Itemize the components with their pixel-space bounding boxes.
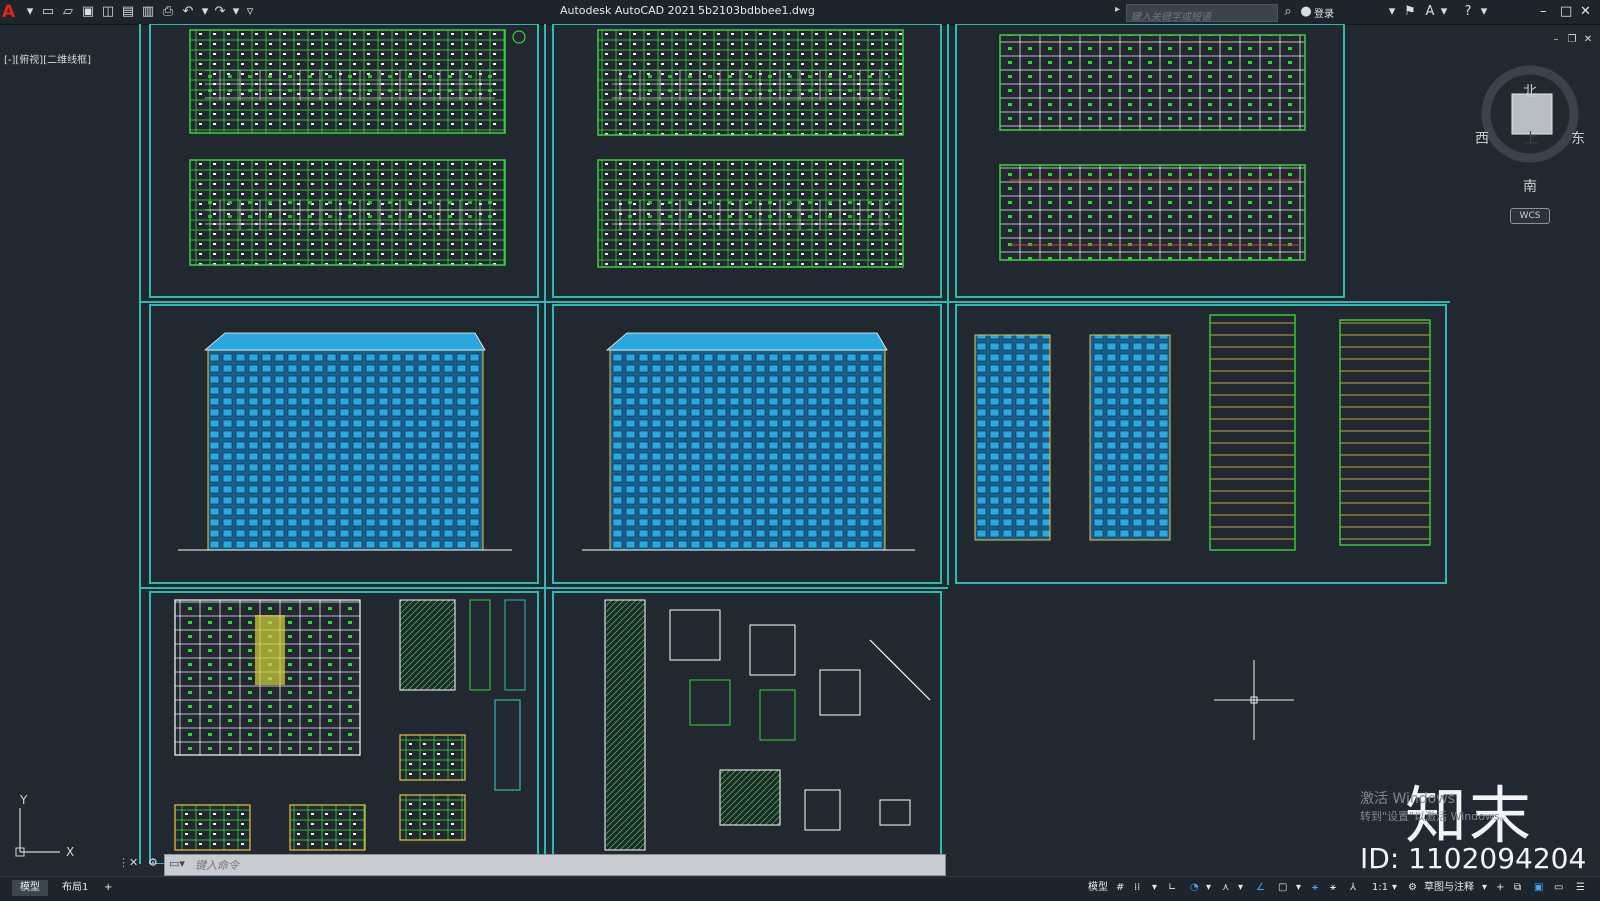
workspace-gear-icon[interactable]: ⚙: [1408, 880, 1417, 896]
wcs-menu[interactable]: WCS: [1510, 208, 1550, 224]
annotation-scale-value[interactable]: 1:1: [1372, 880, 1388, 896]
compass-south[interactable]: 南: [1523, 176, 1537, 196]
floor-plan-drawings: [189, 29, 1306, 268]
menu-dropdown-icon[interactable]: ▾: [22, 4, 38, 20]
help-dropdown-icon[interactable]: ▾: [1476, 4, 1492, 20]
activate-windows-hint: 转到"设置"以激活 Windows。: [1360, 810, 1511, 823]
snap-icon[interactable]: ⁞⁞: [1134, 880, 1140, 896]
search-icon[interactable]: ⌕: [1280, 4, 1296, 20]
hardware-acceleration-icon[interactable]: ▣: [1534, 880, 1543, 896]
snap-dropdown-icon[interactable]: ▾: [1152, 880, 1157, 896]
search-input[interactable]: [1127, 10, 1275, 25]
redo-icon[interactable]: ↷: [212, 4, 228, 20]
annotation-scale-icon[interactable]: ⅄: [1350, 880, 1356, 896]
app-title: Autodesk AutoCAD 2021: [560, 4, 696, 17]
save-web-icon[interactable]: ▥: [140, 4, 156, 20]
search-field[interactable]: [1126, 4, 1278, 25]
svg-text:Y: Y: [19, 793, 28, 807]
cmd-settings-icon[interactable]: ⚙: [148, 856, 158, 869]
polar-dropdown-icon[interactable]: ▾: [1206, 880, 1211, 896]
polar-tracking-icon[interactable]: ◔: [1190, 880, 1199, 896]
login-label[interactable]: 登录: [1314, 5, 1334, 20]
viewport-controls[interactable]: [-][俯视][二维线框]: [4, 51, 91, 66]
grid-icon[interactable]: #: [1116, 880, 1124, 896]
open-folder-icon[interactable]: ▱: [60, 4, 76, 20]
tab-layout1[interactable]: 布局1: [54, 880, 96, 896]
file-name: 5b2103bdbbee1.dwg: [698, 4, 815, 17]
model-space-toggle[interactable]: 模型: [1088, 880, 1108, 896]
close-icon[interactable]: ✕: [1580, 4, 1591, 19]
cmd-grip-icon[interactable]: ⋮: [118, 856, 129, 869]
crosshair-cursor: [1214, 660, 1294, 740]
model-space-canvas[interactable]: Y X [-][俯视][二维线框] 北 南 东 西 上 WCS – ❐ ✕: [0, 24, 1600, 864]
drawing-canvas: Y X: [15, 24, 1579, 864]
help-icon[interactable]: ?: [1460, 4, 1476, 20]
viewport-close-icon[interactable]: ✕: [1580, 32, 1596, 48]
viewport-restore-icon[interactable]: ❐: [1564, 32, 1580, 48]
customization-menu-icon[interactable]: ☰: [1576, 880, 1585, 896]
compass-west[interactable]: 西: [1475, 128, 1489, 148]
status-bar: [0, 876, 1600, 901]
app-dropdown-icon[interactable]: ▾: [1436, 4, 1452, 20]
activate-windows-title: 激活 Windows: [1360, 791, 1455, 807]
annotation-visibility-icon[interactable]: ⚹: [1312, 880, 1318, 896]
compass-east[interactable]: 东: [1571, 128, 1585, 148]
isodraft-dropdown-icon[interactable]: ▾: [1238, 880, 1243, 896]
ortho-icon[interactable]: ∟: [1168, 880, 1176, 896]
minimize-icon[interactable]: –: [1540, 4, 1547, 19]
search-expand-icon[interactable]: ▸: [1115, 4, 1120, 15]
compass-north[interactable]: 北: [1523, 81, 1537, 101]
autocad-logo-icon[interactable]: A: [2, 2, 20, 22]
isodraft-icon[interactable]: ⋏: [1222, 880, 1229, 896]
new-file-icon[interactable]: ▭: [40, 4, 56, 20]
scale-dropdown-icon[interactable]: ▾: [1392, 880, 1397, 896]
image-id-watermark: ID: 1102094204: [1360, 842, 1587, 875]
plus-icon[interactable]: +: [1496, 880, 1504, 896]
open-sheet-icon[interactable]: ▤: [120, 4, 136, 20]
auto-scale-icon[interactable]: ⚹: [1330, 880, 1336, 896]
maximize-icon[interactable]: □: [1560, 4, 1572, 19]
command-input[interactable]: [193, 857, 937, 873]
object-snap-tracking-icon[interactable]: ∠: [1256, 880, 1265, 896]
viewport-minimize-icon[interactable]: –: [1548, 32, 1564, 48]
plot-icon[interactable]: ⎙: [160, 4, 176, 20]
workspace-switch[interactable]: 草图与注释: [1424, 880, 1474, 896]
object-snap-icon[interactable]: ▢: [1278, 880, 1287, 896]
cmd-close-icon[interactable]: ✕: [129, 856, 138, 869]
undo-dropdown-icon[interactable]: ▾: [197, 4, 213, 20]
title-bar: A ▾ ▭ ▱ ▣ ◫ ▤ ▥ ⎙ ↶ ▾ ↷ ▾ ▿ Autodesk Aut…: [0, 0, 1600, 25]
command-icon[interactable]: ▭▾: [169, 857, 185, 870]
workspace-dropdown-icon[interactable]: ▾: [1482, 880, 1487, 896]
save-icon[interactable]: ▣: [80, 4, 96, 20]
viewcube-face-top[interactable]: 上: [1524, 128, 1538, 148]
clean-screen-icon[interactable]: ▭: [1554, 880, 1563, 896]
tab-add[interactable]: +: [96, 880, 120, 896]
save-as-icon[interactable]: ◫: [100, 4, 116, 20]
command-line[interactable]: ▭▾: [164, 854, 946, 876]
user-icon[interactable]: ●: [1298, 4, 1314, 20]
isolate-objects-icon[interactable]: ⧉: [1514, 880, 1521, 896]
ucs-icon: Y X: [15, 793, 74, 859]
undo-icon[interactable]: ↶: [180, 4, 196, 20]
customize-toolbar-icon[interactable]: ▿: [242, 4, 258, 20]
elevation-drawings: [178, 314, 1431, 551]
object-snap-dropdown-icon[interactable]: ▾: [1296, 880, 1301, 896]
login-dropdown-icon[interactable]: ▾: [1384, 4, 1400, 20]
cart-icon[interactable]: ⚑: [1402, 4, 1418, 20]
svg-text:X: X: [66, 845, 74, 859]
tab-model[interactable]: 模型: [12, 880, 48, 896]
